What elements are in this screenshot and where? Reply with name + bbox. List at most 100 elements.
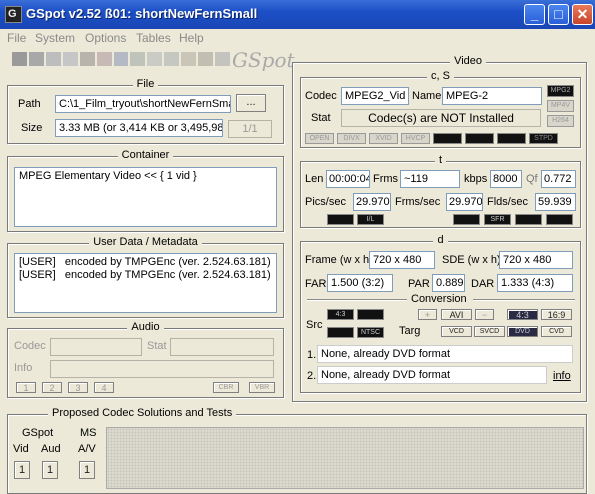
timing-group: t Len 00:00:04 Frms ~119 kbps 8000 Qf 0.… [300, 154, 581, 228]
video-group-title: Video [450, 55, 486, 67]
sde-label: SDE (w x h) [442, 254, 501, 266]
av-label: A/V [78, 443, 96, 455]
proposed-group: Proposed Codec Solutions and Tests GSpot… [7, 407, 587, 494]
close-button[interactable]: ✕ [572, 4, 593, 25]
badge-mpg2: MPG2 [547, 85, 574, 97]
audio-btn-2[interactable]: 2 [42, 382, 62, 393]
userdata-group-title: User Data / Metadata [89, 236, 202, 248]
audio-group-title: Audio [127, 321, 164, 333]
opt-slot-6[interactable] [465, 133, 494, 144]
maximize-button[interactable]: □ [548, 4, 569, 25]
cbr-button[interactable]: CBR [213, 382, 239, 393]
progress-segment [130, 52, 146, 66]
conversion-line1-num: 1. [307, 349, 317, 361]
page-indicator: 1/1 [228, 120, 272, 138]
conversion-sep-right [473, 299, 575, 301]
menu-tables[interactable]: Tables [136, 31, 171, 45]
audio-info-field [50, 360, 274, 378]
opt-stpd[interactable]: STPD [529, 133, 558, 144]
file-group: File Path C:\1_Film_tryout\shortNewFernS… [7, 78, 284, 144]
audio-codec-label: Codec [14, 340, 46, 352]
frame-label: Frame (w x h) [305, 254, 373, 266]
ind-6 [546, 214, 573, 225]
sde-field: 720 x 480 [499, 251, 573, 269]
svcd-button[interactable]: SVCD [474, 326, 505, 337]
avi-button[interactable]: AVI [441, 309, 472, 320]
progress-segment [45, 52, 61, 66]
progress-strip [12, 52, 230, 66]
plus-button[interactable]: + [418, 309, 437, 320]
container-text[interactable]: MPEG Elementary Video << { 1 vid } [14, 167, 277, 227]
file-group-title: File [132, 78, 159, 90]
menu-file[interactable]: File [7, 31, 26, 45]
src-label: Src [306, 319, 323, 331]
opt-open[interactable]: OPEN [305, 133, 334, 144]
audio-btn-4[interactable]: 4 [94, 382, 114, 393]
aud-label: Aud [41, 443, 61, 455]
name-label: Name [412, 90, 442, 102]
frms-sec-label: Frms/sec [395, 196, 441, 208]
badge-mp4v: MP4V [547, 100, 574, 112]
vid-label: Vid [13, 443, 29, 455]
gspot-label: GSpot [22, 427, 54, 439]
progress-segment [12, 52, 27, 66]
audio-btn-3[interactable]: 3 [68, 382, 88, 393]
opt-slot-7[interactable] [497, 133, 526, 144]
opt-hvcp[interactable]: HVCP [401, 133, 430, 144]
menu-bar: File System Options Tables Help [0, 29, 595, 47]
minus-button[interactable]: − [475, 309, 494, 320]
minimize-button[interactable]: _ [524, 4, 545, 25]
app-icon[interactable]: G [5, 6, 22, 23]
gspot-logo: GSpot [232, 48, 295, 72]
codec-label: Codec [305, 90, 337, 102]
vid-test-button[interactable]: 1 [14, 461, 30, 479]
aud-test-button[interactable]: 1 [42, 461, 58, 479]
ind-1 [327, 214, 354, 225]
conversion-sep-left [307, 299, 407, 301]
frms-sec-field: 29.970 [446, 193, 483, 211]
menu-help[interactable]: Help [179, 31, 204, 45]
progress-segment [181, 52, 197, 66]
av-test-button[interactable]: 1 [79, 461, 95, 479]
userdata-text[interactable]: [USER] encoded by TMPGEnc (ver. 2.524.63… [14, 253, 277, 313]
src-slot-2 [327, 327, 354, 338]
opt-xvid[interactable]: XVID [369, 133, 398, 144]
size-label: Size [21, 122, 43, 134]
opt-slot-5[interactable] [433, 133, 462, 144]
audio-codec-field [50, 338, 142, 356]
target-169-button[interactable]: 16:9 [541, 309, 572, 320]
cvd-button[interactable]: CVD [541, 326, 572, 337]
badge-h264: H264 [547, 115, 574, 127]
progress-segment [215, 52, 230, 66]
len-label: Len [305, 173, 324, 185]
userdata-group: User Data / Metadata [USER] encoded by T… [7, 236, 284, 318]
codec-group: c, S Codec MPEG2_Vid Name MPEG-2 MPG2 MP… [300, 70, 581, 148]
proposed-solutions-panel [106, 427, 584, 489]
dimensions-group: d Frame (w x h) 720 x 480 SDE (w x h) 72… [300, 234, 581, 393]
timing-group-title: t [434, 154, 447, 166]
browse-button[interactable]: ... [236, 94, 266, 112]
targ-label: Targ [399, 325, 421, 337]
vcd-button[interactable]: VCD [441, 326, 472, 337]
opt-divx[interactable]: DIVX [337, 133, 366, 144]
menu-options[interactable]: Options [85, 31, 126, 45]
frms-label: Frms [373, 173, 399, 185]
target-43-button[interactable]: 4:3 [507, 309, 538, 320]
dimensions-group-title: d [433, 234, 448, 246]
menu-system[interactable]: System [35, 31, 75, 45]
path-field[interactable]: C:\1_Film_tryout\shortNewFernSma [55, 95, 231, 113]
title-bar: G GSpot v2.52 ß01: shortNewFernSmall _ □… [0, 0, 595, 29]
vbr-button[interactable]: VBR [249, 382, 275, 393]
progress-segment [147, 52, 163, 66]
container-group-title: Container [117, 149, 174, 161]
audio-stat-field [170, 338, 274, 356]
flds-sec-label: Flds/sec [487, 196, 528, 208]
info-link[interactable]: info [553, 370, 571, 382]
proposed-group-title: Proposed Codec Solutions and Tests [48, 407, 237, 419]
ind-5 [515, 214, 542, 225]
audio-btn-1[interactable]: 1 [16, 382, 36, 393]
audio-stat-label: Stat [147, 340, 167, 352]
frame-field: 720 x 480 [369, 251, 435, 269]
window-title: GSpot v2.52 ß01: shortNewFernSmall [26, 6, 258, 21]
dvd-button[interactable]: DVD [507, 326, 538, 337]
